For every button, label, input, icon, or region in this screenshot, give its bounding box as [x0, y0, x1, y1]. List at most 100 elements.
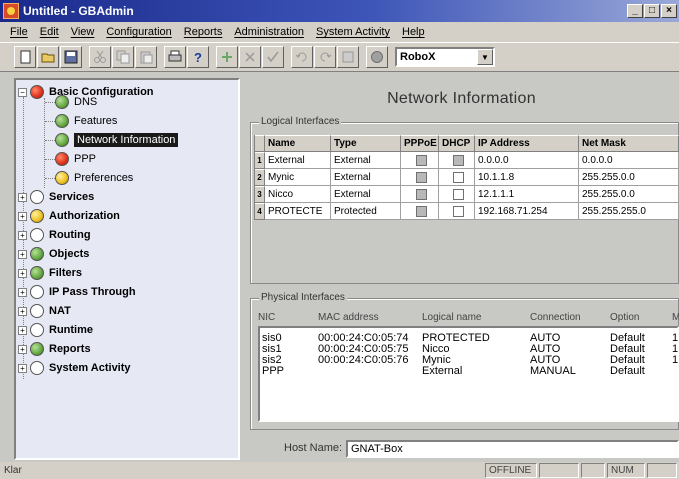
- device-select[interactable]: RoboX ▼: [395, 47, 495, 67]
- delete-icon[interactable]: [239, 46, 261, 68]
- tree-item-network-information[interactable]: Network Information: [55, 131, 179, 149]
- cell-type[interactable]: External: [331, 169, 401, 186]
- expand-icon[interactable]: +: [18, 268, 27, 278]
- column-header[interactable]: Logical name: [422, 312, 481, 323]
- table-row[interactable]: 2 Mynic External 10.1.1.8 255.255.0.0: [255, 169, 679, 186]
- expand-icon[interactable]: +: [18, 306, 27, 316]
- cell-name[interactable]: Nicco: [265, 186, 331, 203]
- pppoe-checkbox[interactable]: [415, 188, 427, 200]
- cell-nic[interactable]: PPP: [262, 365, 284, 377]
- tree-item-preferences[interactable]: Preferences: [55, 169, 133, 187]
- cell-name[interactable]: Mynic: [265, 169, 331, 186]
- close-button[interactable]: ×: [661, 4, 677, 18]
- tree-item-objects[interactable]: + Objects: [18, 245, 89, 263]
- add-icon[interactable]: [216, 46, 238, 68]
- menu-administration[interactable]: Administration: [228, 26, 310, 38]
- cell-net-mask[interactable]: 255.255.0.0: [579, 169, 679, 186]
- cell-ip-address[interactable]: 0.0.0.0: [475, 152, 579, 169]
- cell-type[interactable]: External: [331, 152, 401, 169]
- column-header[interactable]: Connection: [530, 312, 581, 323]
- cell-net-mask[interactable]: 0.0.0.0: [579, 152, 679, 169]
- column-header[interactable]: DHCP: [439, 135, 475, 152]
- collapse-icon[interactable]: −: [18, 87, 27, 97]
- cell-ip-address[interactable]: 10.1.1.8: [475, 169, 579, 186]
- expand-icon[interactable]: +: [18, 363, 27, 373]
- menu-system-activity[interactable]: System Activity: [310, 26, 396, 38]
- tree-item-authorization[interactable]: + Authorization: [18, 207, 120, 225]
- dhcp-checkbox[interactable]: [452, 205, 464, 217]
- tree-label: Objects: [49, 248, 90, 260]
- tree-item-filters[interactable]: + Filters: [18, 264, 82, 282]
- row-number: 3: [255, 186, 265, 203]
- expand-icon[interactable]: +: [18, 344, 27, 354]
- column-header[interactable]: IP Address: [475, 135, 579, 152]
- tree-item-reports[interactable]: + Reports: [18, 340, 91, 358]
- save-disk-icon[interactable]: [60, 46, 82, 68]
- column-header[interactable]: NIC: [258, 312, 275, 323]
- table-row[interactable]: 4 PROTECTE Protected 192.168.71.254 255.…: [255, 203, 679, 220]
- print-icon[interactable]: [164, 46, 186, 68]
- pppoe-checkbox[interactable]: [415, 154, 427, 166]
- undo-icon[interactable]: [291, 46, 313, 68]
- menu-help[interactable]: Help: [396, 26, 431, 38]
- apply-check-icon[interactable]: [262, 46, 284, 68]
- tree-item-services[interactable]: + Services: [18, 188, 94, 206]
- dhcp-checkbox[interactable]: [452, 188, 464, 200]
- menu-file[interactable]: File: [4, 26, 34, 38]
- expand-icon[interactable]: +: [18, 287, 27, 297]
- cell-name[interactable]: External: [265, 152, 331, 169]
- pppoe-checkbox[interactable]: [415, 171, 427, 183]
- tree-item-ppp[interactable]: PPP: [55, 150, 96, 168]
- expand-icon[interactable]: +: [18, 211, 27, 221]
- menu-edit[interactable]: Edit: [34, 26, 65, 38]
- restore-button[interactable]: □: [644, 4, 660, 18]
- cut-icon[interactable]: [89, 46, 111, 68]
- dhcp-checkbox[interactable]: [452, 171, 464, 183]
- help-icon[interactable]: ?: [187, 46, 209, 68]
- table-row[interactable]: 3 Nicco External 12.1.1.1 255.255.0.0: [255, 186, 679, 203]
- tree-item-features[interactable]: Features: [55, 112, 117, 130]
- cell-type[interactable]: External: [331, 186, 401, 203]
- cell-net-mask[interactable]: 255.255.0.0: [579, 186, 679, 203]
- expand-icon[interactable]: +: [18, 325, 27, 335]
- tree-item-routing[interactable]: + Routing: [18, 226, 91, 244]
- menu-configuration[interactable]: Configuration: [100, 26, 177, 38]
- expand-icon[interactable]: +: [18, 249, 27, 259]
- expand-icon[interactable]: +: [18, 192, 27, 202]
- paste-icon[interactable]: [135, 46, 157, 68]
- tree-item-ip-pass-through[interactable]: + IP Pass Through: [18, 283, 136, 301]
- record-icon[interactable]: [366, 46, 388, 68]
- column-header[interactable]: Net Mask: [579, 135, 679, 152]
- tree-item-nat[interactable]: + NAT: [18, 302, 71, 320]
- tree-item-runtime[interactable]: + Runtime: [18, 321, 93, 339]
- table-row[interactable]: 1 External External 0.0.0.0 0.0.0.0: [255, 152, 679, 169]
- pppoe-checkbox[interactable]: [415, 205, 427, 217]
- host-name-input[interactable]: GNAT-Box: [346, 440, 679, 458]
- new-file-icon[interactable]: [14, 46, 36, 68]
- open-folder-icon[interactable]: [37, 46, 59, 68]
- chevron-down-icon[interactable]: ▼: [477, 49, 493, 65]
- column-header[interactable]: Type: [331, 135, 401, 152]
- tree-item-dns[interactable]: DNS: [55, 93, 97, 111]
- cell-ip-address[interactable]: 192.168.71.254: [475, 203, 579, 220]
- menu-reports[interactable]: Reports: [178, 26, 229, 38]
- dhcp-checkbox[interactable]: [452, 154, 464, 166]
- cell-ip-address[interactable]: 12.1.1.1: [475, 186, 579, 203]
- minimize-button[interactable]: _: [627, 4, 643, 18]
- expand-icon[interactable]: +: [18, 230, 27, 240]
- cell-net-mask[interactable]: 255.255.255.0: [579, 203, 679, 220]
- page-title: Network Information: [387, 90, 536, 107]
- column-header[interactable]: Option: [610, 312, 639, 323]
- menu-view[interactable]: View: [65, 26, 101, 38]
- column-header[interactable]: PPPoE: [401, 135, 439, 152]
- save-config-icon[interactable]: [337, 46, 359, 68]
- cell-type[interactable]: Protected: [331, 203, 401, 220]
- column-header[interactable]: M: [672, 312, 679, 323]
- cell-name[interactable]: PROTECTE: [265, 203, 331, 220]
- row-number: 4: [255, 203, 265, 220]
- column-header[interactable]: Name: [265, 135, 331, 152]
- tree-item-system-activity[interactable]: + System Activity: [18, 359, 131, 377]
- redo-icon[interactable]: [314, 46, 336, 68]
- column-header[interactable]: MAC address: [318, 312, 379, 323]
- copy-icon[interactable]: [112, 46, 134, 68]
